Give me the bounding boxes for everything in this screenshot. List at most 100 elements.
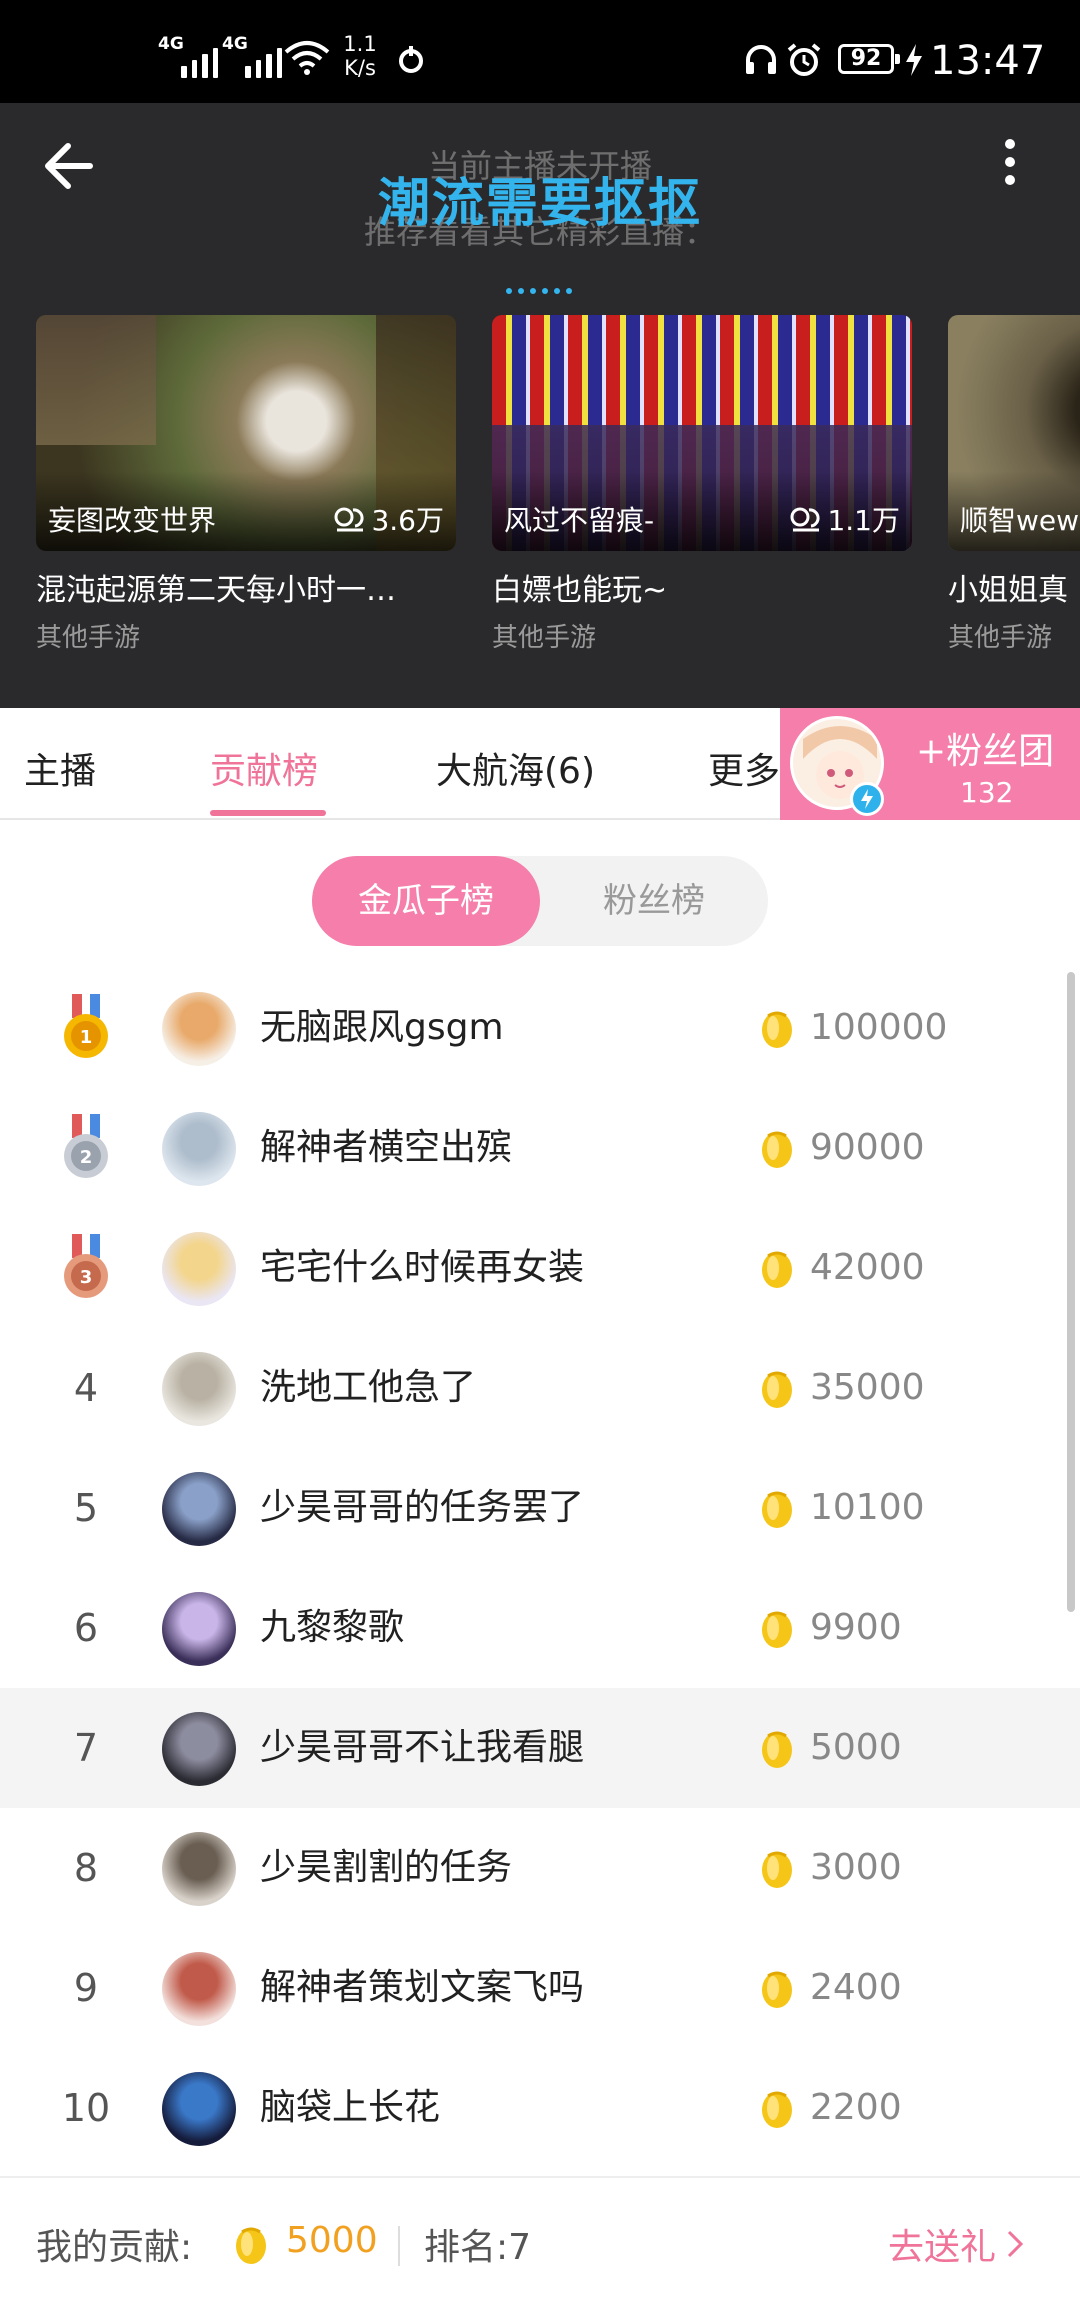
wifi-icon (284, 41, 330, 75)
chevron-right-icon (1007, 2230, 1024, 2258)
stream-title: 白嫖也能玩~ (492, 573, 668, 608)
contribution-amount: 5000 (810, 1727, 902, 1768)
scrollbar[interactable] (1067, 972, 1075, 1612)
stream-title: 小姐姐真 (948, 573, 1068, 608)
user-avatar[interactable] (162, 1112, 236, 1186)
viewers-icon (790, 507, 821, 532)
ranking-row[interactable]: 7 少昊哥哥不让我看腿 5000 (0, 1688, 1080, 1808)
active-tab-indicator (210, 810, 326, 816)
rank-number: 4 (73, 1366, 99, 1410)
gold-seed-icon (762, 1971, 792, 2008)
username: 解神者策划文案飞吗 (260, 1967, 585, 2008)
ranking-row[interactable]: 2 解神者横空出殡 90000 (0, 1088, 1080, 1208)
join-fan-club-label: +粉丝团 (916, 731, 1055, 772)
segment-fans-ranking[interactable]: 粉丝榜 (540, 856, 768, 946)
sync-icon (399, 46, 423, 73)
username: 少昊哥哥的任务罢了 (260, 1487, 585, 1528)
clock: 13:47 (930, 38, 1046, 84)
bronze-medal-icon: 3 (64, 1234, 108, 1298)
user-avatar[interactable] (162, 1592, 236, 1666)
ranking-row[interactable]: 10 脑袋上长花 2200 (0, 2048, 1080, 2168)
contribution-amount: 42000 (810, 1247, 925, 1288)
username: 脑袋上长花 (260, 2087, 441, 2128)
viewer-count: 3.6万 (333, 499, 444, 539)
tab-voyage[interactable]: 大航海(6) (436, 742, 595, 794)
user-avatar[interactable] (162, 1712, 236, 1786)
stream-category: 其他手游 (36, 623, 141, 653)
gold-seed-icon (762, 1491, 792, 1528)
ranking-row[interactable]: 4 洗地工他急了 35000 (0, 1328, 1080, 1448)
ranking-row[interactable]: 3 宅宅什么时候再女装 42000 (0, 1208, 1080, 1328)
username: 无脑跟风gsgm (260, 1007, 504, 1048)
recommended-stream-card[interactable]: 风过不留痕- 1.1万 白嫖也能玩~ 其他手游 (492, 315, 912, 654)
live-room-header: 当前主播未开播 推荐看看其它精彩直播： 潮流需要抠抠 妄图改变世界 3.6万 混… (0, 103, 1080, 708)
cell-signal-1-icon: 4G (158, 30, 218, 78)
user-avatar[interactable] (162, 1832, 236, 1906)
recommended-stream-card[interactable]: 顺智wew 小姐姐真 其他手游 (948, 315, 1080, 654)
user-avatar[interactable] (162, 992, 236, 1066)
carousel-indicator (506, 288, 572, 294)
send-gift-button[interactable]: 去送礼 (888, 2218, 1024, 2270)
stream-category: 其他手游 (948, 623, 1053, 653)
contribution-amount: 35000 (810, 1367, 925, 1408)
stream-thumbnail: 风过不留痕- 1.1万 (492, 315, 912, 551)
gold-seed-icon (762, 1731, 792, 1768)
user-avatar[interactable] (162, 1472, 236, 1546)
user-avatar[interactable] (162, 1952, 236, 2026)
divider (398, 2226, 400, 2266)
contribution-amount: 90000 (810, 1127, 925, 1168)
contribution-amount: 10100 (810, 1487, 925, 1528)
svg-text:1: 1 (80, 1027, 93, 1048)
user-avatar[interactable] (162, 1232, 236, 1306)
username: 解神者横空出殡 (260, 1127, 513, 1168)
my-rank: 排名:7 (424, 2227, 532, 2268)
cell-signal-2-icon: 4G (222, 30, 282, 78)
rank-number: 7 (73, 1726, 99, 1770)
gold-seed-icon (762, 1011, 792, 1048)
segment-gold-seed-ranking[interactable]: 金瓜子榜 (312, 856, 540, 946)
room-title: 潮流需要抠抠 (377, 174, 702, 234)
tab-more[interactable]: 更多 (708, 742, 780, 794)
ranking-row[interactable]: 5 少昊哥哥的任务罢了 10100 (0, 1448, 1080, 1568)
rank-number: 10 (61, 2086, 111, 2130)
alarm-icon (787, 43, 821, 76)
status-bar: 4G 4G 1.1 K/s 92 13:47 (0, 0, 1080, 103)
viewer-count: 1.1万 (789, 499, 900, 539)
streamer-name: 风过不留痕- (504, 504, 655, 537)
svg-text:2: 2 (80, 1147, 93, 1168)
username: 宅宅什么时候再女装 (260, 1247, 585, 1288)
svg-text:3: 3 (80, 1267, 93, 1288)
tab-streamer[interactable]: 主播 (24, 742, 96, 794)
contribution-amount: 2400 (810, 1967, 902, 2008)
contribution-amount: 100000 (810, 1007, 948, 1048)
stream-thumbnail: 顺智wew (948, 315, 1080, 551)
gold-seed-icon (762, 1371, 792, 1408)
gold-seed-icon (762, 2091, 792, 2128)
ranking-type-switch: 金瓜子榜 粉丝榜 (312, 856, 768, 946)
silver-medal-icon: 2 (64, 1114, 108, 1178)
gold-medal-icon: 1 (64, 994, 108, 1058)
tab-contribution-ranking[interactable]: 贡献榜 (210, 742, 318, 794)
username: 九黎黎歌 (260, 1607, 405, 1648)
gold-seed-icon (762, 1851, 792, 1888)
gold-seed-icon (236, 2227, 266, 2264)
headphones-icon (746, 45, 776, 74)
user-avatar[interactable] (162, 1352, 236, 1426)
ranking-row[interactable]: 8 少昊割割的任务 3000 (0, 1808, 1080, 1928)
recommended-stream-card[interactable]: 妄图改变世界 3.6万 混沌起源第二天每小时一… 其他手游 (36, 315, 456, 654)
verified-badge-icon (850, 782, 884, 816)
contribution-amount: 3000 (810, 1847, 902, 1888)
stream-thumbnail: 妄图改变世界 3.6万 (36, 315, 456, 551)
ranking-list: 1 无脑跟风gsgm 100000 2 解神者横空出殡 90000 3 宅宅什么时候再女装 42… (0, 968, 1080, 2168)
user-avatar[interactable] (162, 2072, 236, 2146)
rank-number: 8 (73, 1846, 99, 1890)
rank-number: 6 (73, 1606, 99, 1650)
send-gift-label: 去送礼 (888, 2227, 997, 2268)
charging-icon (906, 44, 922, 76)
ranking-row[interactable]: 9 解神者策划文案飞吗 2400 (0, 1928, 1080, 2048)
fan-club-button[interactable]: +粉丝团 132 (780, 708, 1080, 820)
ranking-row[interactable]: 1 无脑跟风gsgm 100000 (0, 968, 1080, 1088)
ranking-row[interactable]: 6 九黎黎歌 9900 (0, 1568, 1080, 1688)
more-options-icon[interactable] (990, 133, 1030, 203)
username: 少昊割割的任务 (260, 1847, 513, 1888)
